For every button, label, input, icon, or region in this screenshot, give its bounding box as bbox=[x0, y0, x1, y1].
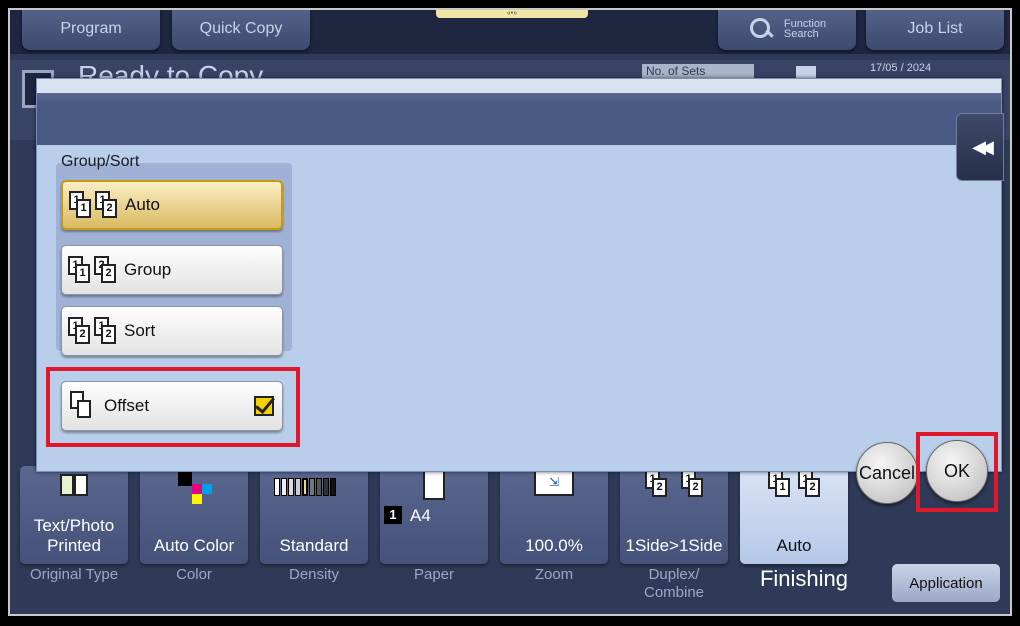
tile-original-type-value: Text/Photo Printed bbox=[33, 516, 115, 555]
quick-copy-tab[interactable]: Quick Copy bbox=[172, 10, 310, 50]
highlight-offset bbox=[46, 367, 300, 447]
function-search-label: Function Search bbox=[783, 18, 827, 40]
program-tab[interactable]: Program bbox=[22, 10, 160, 50]
label-finishing: Finishing bbox=[759, 566, 849, 591]
collapse-panel-button[interactable]: ◀◀ bbox=[956, 113, 1004, 181]
label-zoom: Zoom bbox=[534, 566, 574, 583]
tile-paper[interactable]: 1 A4 bbox=[380, 466, 488, 564]
tile-finishing-value: Auto bbox=[776, 536, 812, 555]
sort-icon: 12 12 bbox=[68, 317, 116, 345]
group-button[interactable]: 11 22 Group bbox=[61, 245, 283, 295]
paper-icon bbox=[423, 470, 445, 500]
panel-grip-handle[interactable]: «•» bbox=[436, 10, 588, 18]
tile-color[interactable]: Auto Color bbox=[140, 466, 248, 564]
group-sort-auto-button[interactable]: 11 12 Auto bbox=[61, 180, 283, 230]
label-paper: Paper bbox=[413, 566, 455, 583]
top-tab-bar: Program Quick Copy «•» Function Search Jo… bbox=[10, 10, 1010, 54]
tile-zoom[interactable]: ⇲ 100.0% bbox=[500, 466, 608, 564]
copy-screen: Program Quick Copy «•» Function Search Jo… bbox=[8, 8, 1012, 616]
group-icon: 11 22 bbox=[68, 256, 116, 284]
label-original-type: Original Type bbox=[29, 566, 119, 583]
sort-button[interactable]: 12 12 Sort bbox=[61, 306, 283, 356]
tile-density[interactable]: Standard bbox=[260, 466, 368, 564]
tile-zoom-value: 100.0% bbox=[525, 536, 583, 555]
group-sort-label: Group/Sort bbox=[61, 153, 140, 170]
zoom-icon: ⇲ bbox=[534, 470, 574, 496]
label-duplex-combine: Duplex/Combine bbox=[643, 566, 705, 601]
dialog-header bbox=[37, 79, 1001, 145]
job-list-tab-label: Job List bbox=[907, 20, 963, 37]
tile-paper-value: A4 bbox=[410, 506, 431, 525]
tile-density-value: Standard bbox=[279, 536, 349, 555]
tile-duplex-value: 1Side>1Side bbox=[625, 536, 723, 555]
tile-finishing[interactable]: 11 12 Auto bbox=[740, 466, 848, 564]
label-density: Density bbox=[288, 566, 340, 583]
color-icon bbox=[174, 470, 214, 504]
function-search-tab[interactable]: Function Search bbox=[718, 10, 856, 50]
tile-original-type[interactable]: Text/Photo Printed bbox=[20, 466, 128, 564]
group-sort-auto-label: Auto bbox=[125, 195, 160, 214]
finishing-settings-dialog: Group/Sort 11 12 Auto 11 22 Group 12 12 … bbox=[36, 78, 1002, 472]
finishing-icon: 11 12 bbox=[759, 470, 829, 504]
paper-tray-badge: 1 bbox=[384, 506, 402, 524]
job-list-tab[interactable]: Job List bbox=[866, 10, 1004, 50]
date-display: 17/05 / 2024 bbox=[870, 62, 932, 74]
program-tab-label: Program bbox=[60, 20, 122, 37]
application-button[interactable]: Application bbox=[892, 564, 1000, 602]
cancel-button[interactable]: Cancel bbox=[856, 442, 918, 504]
group-label: Group bbox=[124, 260, 172, 279]
quick-copy-tab-label: Quick Copy bbox=[199, 20, 283, 37]
label-color: Color bbox=[176, 566, 212, 583]
duplex-icon: 12 12 bbox=[631, 470, 717, 504]
auto-sort-icon: 11 12 bbox=[69, 191, 117, 219]
tile-duplex[interactable]: 12 12 1Side>1Side bbox=[620, 466, 728, 564]
double-chevron-left-icon: ◀◀ bbox=[972, 136, 994, 157]
sort-label: Sort bbox=[124, 321, 156, 340]
search-icon bbox=[748, 16, 774, 42]
highlight-ok bbox=[916, 432, 998, 512]
tile-color-value: Auto Color bbox=[153, 536, 235, 555]
text-photo-icon bbox=[59, 470, 89, 500]
density-scale-icon bbox=[274, 478, 354, 508]
